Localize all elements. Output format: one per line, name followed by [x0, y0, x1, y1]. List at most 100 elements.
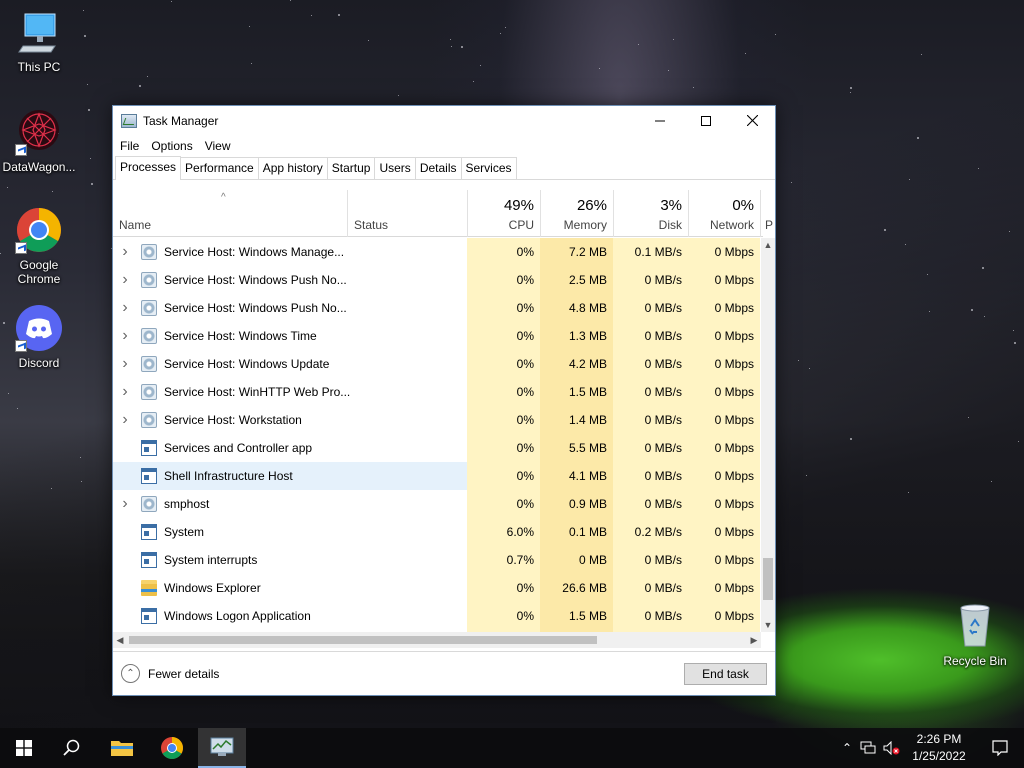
memory-cell: 1.3 MB	[568, 329, 607, 343]
menu-view[interactable]: View	[199, 139, 237, 153]
chevron-right-icon[interactable]: ›	[119, 490, 131, 518]
memory-cell: 2.5 MB	[568, 273, 607, 287]
taskbar-chrome[interactable]	[148, 728, 196, 768]
memory-cell: 1.5 MB	[568, 609, 607, 623]
menu-file[interactable]: File	[114, 139, 145, 153]
chevron-right-icon[interactable]: ›	[119, 322, 131, 350]
chevron-up-icon[interactable]: ⌃	[838, 741, 856, 755]
chevron-right-icon[interactable]: ›	[119, 266, 131, 294]
table-row[interactable]: › Service Host: Windows Update 0% 4.2 MB 0 M…	[113, 350, 763, 378]
column-header-memory[interactable]: 26% Memory	[540, 190, 613, 237]
table-row[interactable]: Shell Infrastructure Host 0% 4.1 MB 0 MB/s 0…	[113, 462, 763, 490]
tab-services[interactable]: Services	[460, 157, 517, 179]
chevron-right-icon[interactable]: ›	[119, 350, 131, 378]
chevron-right-icon[interactable]: ›	[119, 238, 131, 266]
tab-app-history[interactable]: App history	[257, 157, 328, 179]
table-row[interactable]: › Service Host: WinHTTP Web Pro... 0% 1.5 M…	[113, 378, 763, 406]
desktop-icon-this-pc[interactable]: This PC	[0, 8, 78, 74]
scroll-right-icon[interactable]: ▶	[747, 632, 761, 648]
table-row[interactable]: › Service Host: Windows Time 0% 1.3 MB 0 MB/…	[113, 322, 763, 350]
column-header-disk[interactable]: 3% Disk	[613, 190, 688, 237]
scroll-up-icon[interactable]: ▲	[761, 238, 775, 252]
volume-muted-icon[interactable]	[880, 741, 904, 755]
close-button[interactable]	[729, 106, 775, 135]
chevron-right-icon[interactable]: ›	[119, 406, 131, 434]
network-cell: 0 Mbps	[714, 273, 754, 287]
minimize-button[interactable]	[637, 106, 683, 135]
table-row[interactable]: › smphost 0% 0.9 MB 0 MB/s 0 Mbps	[113, 490, 763, 518]
process-name-cell: › Service Host: Windows Push No...	[113, 266, 467, 294]
disk-cell: 0 MB/s	[644, 469, 682, 483]
column-header-name[interactable]: ^ Name	[113, 190, 347, 237]
chevron-right-icon[interactable]: ›	[119, 378, 131, 406]
memory-cell: 5.5 MB	[568, 441, 607, 455]
network-cell: 0 Mbps	[714, 497, 754, 511]
cpu-cell: 0%	[516, 581, 534, 595]
disk-total: 3%	[660, 197, 682, 214]
table-row[interactable]: System 6.0% 0.1 MB 0.2 MB/s 0 Mbps	[113, 518, 763, 546]
menu-options[interactable]: Options	[145, 139, 198, 153]
clock[interactable]: 2:26 PM 1/25/2022	[906, 731, 972, 765]
table-row[interactable]: › Service Host: Windows Manage... 0% 7.2 MB…	[113, 238, 763, 266]
start-button[interactable]	[0, 728, 48, 768]
table-row[interactable]: › Service Host: Windows Push No... 0% 4.8 M…	[113, 294, 763, 322]
process-name-cell: System	[113, 518, 467, 546]
chrome-icon	[15, 206, 63, 254]
datawagon-icon	[15, 108, 63, 156]
tab-processes[interactable]: Processes	[115, 156, 182, 180]
app-window-icon	[141, 552, 157, 568]
tab-startup[interactable]: Startup	[326, 157, 376, 179]
notifications-button[interactable]	[976, 728, 1024, 768]
vertical-scroll-thumb[interactable]	[763, 558, 773, 600]
chevron-right-icon[interactable]: ›	[119, 294, 131, 322]
table-row[interactable]: › Service Host: Workstation 0% 1.4 MB 0 MB/s…	[113, 406, 763, 434]
scroll-left-icon[interactable]: ◀	[113, 632, 127, 648]
horizontal-scrollbar[interactable]: ◀ ▶	[113, 632, 761, 648]
process-name-cell: › Service Host: Windows Manage...	[113, 238, 467, 266]
table-row[interactable]: Windows Explorer 0% 26.6 MB 0 MB/s 0 Mbps	[113, 574, 763, 602]
cpu-cell: 0%	[516, 497, 534, 511]
column-header-status[interactable]: Status	[347, 190, 467, 237]
desktop-icon-recycle-bin[interactable]: Recycle Bin	[936, 602, 1014, 668]
network-cell: 0 Mbps	[714, 581, 754, 595]
column-header-cpu[interactable]: 49% CPU	[467, 190, 540, 237]
end-task-button[interactable]: End task	[684, 663, 767, 685]
process-name: Service Host: Windows Manage...	[164, 245, 345, 259]
vertical-scrollbar[interactable]: ▲ ▼	[761, 238, 775, 632]
taskbar-file-explorer[interactable]	[98, 728, 146, 768]
process-name-cell: › Service Host: Windows Push No...	[113, 294, 467, 322]
tab-users[interactable]: Users	[374, 157, 416, 179]
desktop-icon-google-chrome[interactable]: Google Chrome	[0, 206, 78, 286]
process-name: System	[164, 525, 205, 539]
process-name: Service Host: Windows Update	[164, 357, 330, 371]
app-window-icon	[141, 524, 157, 540]
fewer-details-button[interactable]: ⌃ Fewer details	[121, 664, 219, 683]
process-name-cell: Windows Explorer	[113, 574, 467, 602]
disk-cell: 0 MB/s	[644, 553, 682, 567]
desktop-icon-discord[interactable]: Discord	[0, 304, 78, 370]
table-row[interactable]: System interrupts 0.7% 0 MB 0 MB/s 0 Mbps	[113, 546, 763, 574]
footer-bar: ⌃ Fewer details End task	[113, 651, 775, 695]
column-header-network[interactable]: 0% Network	[688, 190, 760, 237]
tab-performance[interactable]: Performance	[180, 157, 259, 179]
network-icon[interactable]	[856, 741, 880, 755]
search-button[interactable]	[48, 728, 96, 768]
computer-icon	[15, 8, 63, 56]
gear-icon	[141, 272, 157, 288]
maximize-button[interactable]	[683, 106, 729, 135]
gear-icon	[141, 412, 157, 428]
table-row[interactable]: Windows Logon Application 0% 1.5 MB 0 MB/s 0…	[113, 602, 763, 630]
column-header-power[interactable]: P	[760, 190, 775, 237]
desktop-icon-datawagon[interactable]: DataWagon...	[0, 108, 78, 174]
tab-details[interactable]: Details	[414, 157, 462, 179]
sort-up-icon: ^	[221, 192, 226, 203]
table-row[interactable]: › Service Host: Windows Push No... 0% 2.5 M…	[113, 266, 763, 294]
horizontal-scroll-thumb[interactable]	[129, 636, 597, 644]
title-bar[interactable]: Task Manager	[113, 106, 775, 135]
network-total: 0%	[732, 197, 754, 214]
table-row[interactable]: Services and Controller app 0% 5.5 MB 0 MB/…	[113, 434, 763, 462]
network-cell: 0 Mbps	[714, 469, 754, 483]
folder-icon	[141, 580, 157, 596]
scroll-down-icon[interactable]: ▼	[761, 618, 775, 632]
taskbar-task-manager[interactable]	[198, 728, 246, 768]
